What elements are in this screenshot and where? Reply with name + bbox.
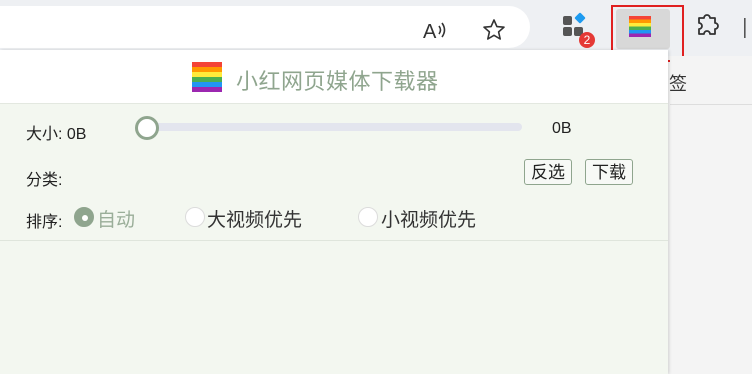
- popup-title: 小红网页媒体下载器: [236, 69, 439, 94]
- size-label: 大小: 0B: [26, 126, 87, 143]
- more-menu-icon[interactable]: [744, 18, 752, 38]
- read-aloud-icon[interactable]: A: [422, 18, 446, 43]
- size-slider-track[interactable]: [145, 123, 522, 131]
- extension-popup: 小红网页媒体下载器 大小: 0B 0B 分类: 反选 下载 排序: 自动 大视频…: [0, 50, 668, 374]
- star-icon[interactable]: [482, 18, 506, 42]
- divider: [0, 240, 668, 241]
- right-strip-label: 签: [669, 74, 687, 94]
- sort-small-first-label[interactable]: 小视频优先: [381, 205, 476, 232]
- notification-badge: 2: [579, 32, 595, 48]
- category-label: 分类:: [26, 172, 63, 189]
- sort-auto-radio[interactable]: [74, 207, 94, 227]
- browser-toolbar: A 2: [0, 0, 752, 62]
- divider: [670, 104, 752, 105]
- size-slider-thumb[interactable]: [135, 116, 159, 140]
- extensions-puzzle-icon[interactable]: [693, 10, 725, 42]
- sort-small-first-radio[interactable]: [358, 207, 378, 227]
- address-bar[interactable]: A: [0, 6, 530, 48]
- size-value: 0B: [552, 120, 572, 137]
- svg-text:A: A: [423, 21, 437, 42]
- popup-header: 小红网页媒体下载器: [0, 50, 668, 104]
- rainbow-flag-logo-icon: [192, 62, 222, 94]
- sort-large-first-label[interactable]: 大视频优先: [207, 205, 302, 232]
- sort-large-first-radio[interactable]: [185, 207, 205, 227]
- invert-selection-button[interactable]: 反选: [524, 159, 572, 185]
- download-button[interactable]: 下载: [585, 159, 633, 185]
- sort-auto-label[interactable]: 自动: [97, 205, 135, 232]
- sort-label: 排序:: [26, 214, 63, 231]
